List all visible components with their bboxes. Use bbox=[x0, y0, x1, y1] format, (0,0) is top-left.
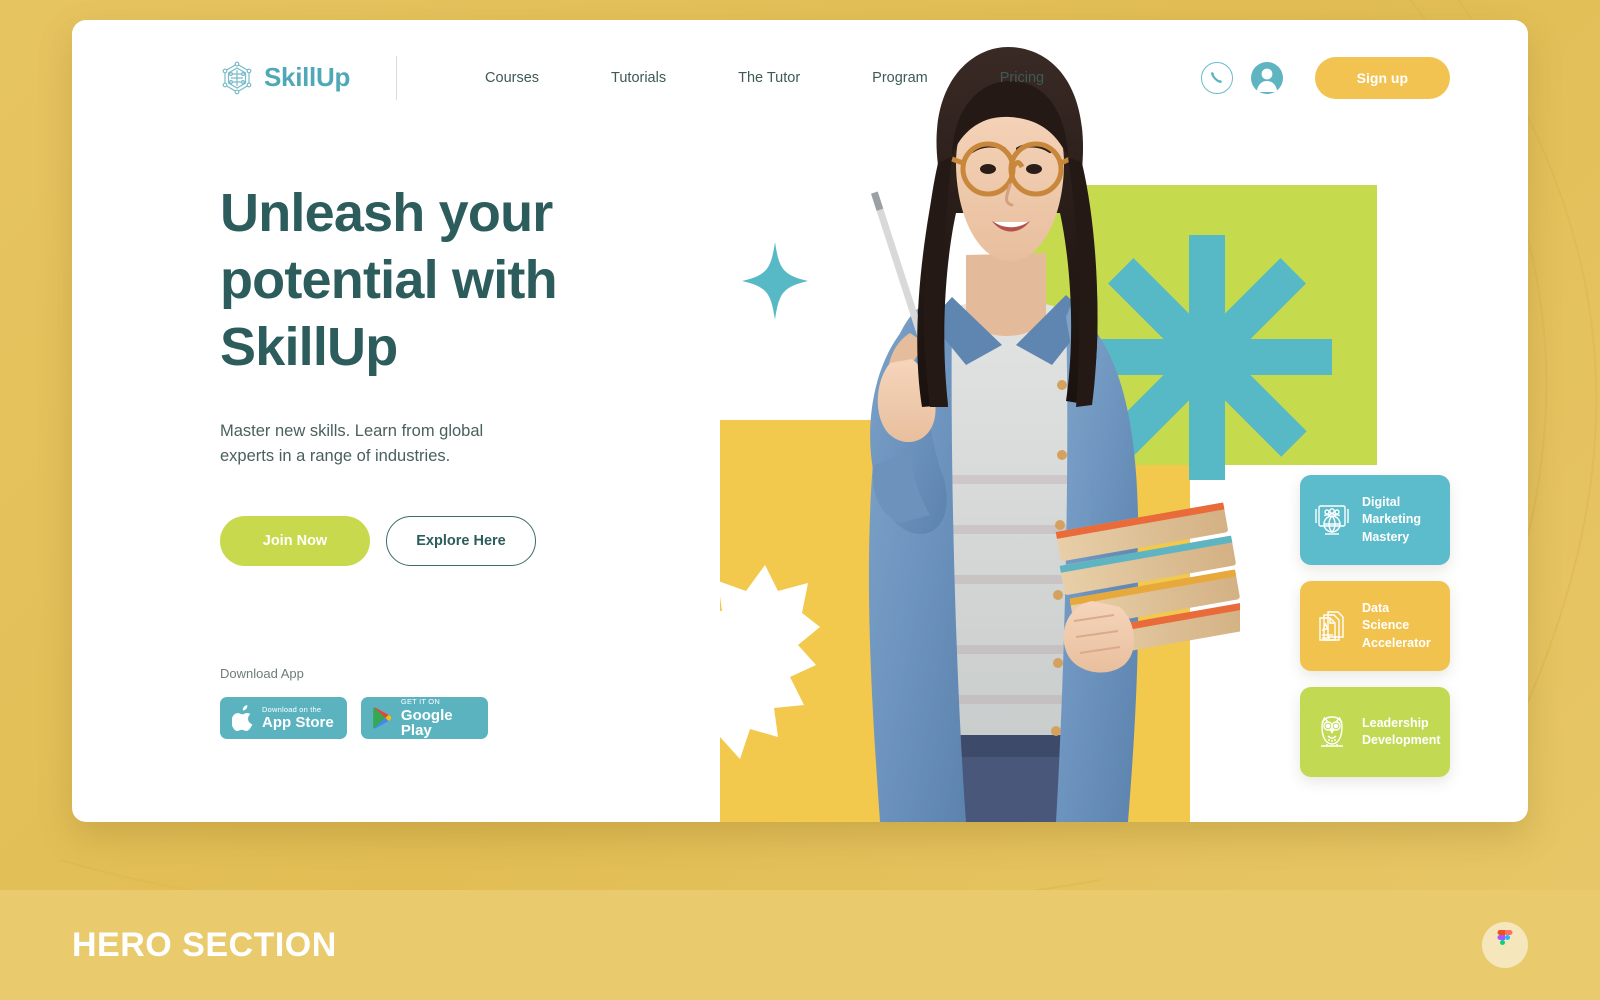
user-avatar-icon bbox=[1256, 68, 1278, 92]
store-badges: Download on the App Store GET IT ON Goog… bbox=[220, 696, 640, 739]
caption-title: HERO SECTION bbox=[72, 925, 337, 964]
course-card-title-leadership: Leadership Development bbox=[1362, 715, 1441, 747]
app-store-badge[interactable]: Download on the App Store bbox=[220, 696, 347, 739]
signup-button[interactable]: Sign up bbox=[1314, 56, 1450, 99]
hero-heading: Unleash your potential with SkillUp bbox=[220, 183, 558, 377]
network-node-hexagon-icon bbox=[222, 61, 252, 94]
brand-logo[interactable]: SkillUp bbox=[220, 61, 350, 95]
owl-icon bbox=[1321, 716, 1343, 747]
hero-subheading: Master new skills. Learn from global exp… bbox=[220, 421, 484, 466]
app-store-badge-large: App Store bbox=[262, 714, 334, 732]
download-app-label: Download App bbox=[220, 665, 304, 681]
google-play-badge-large: Google Play bbox=[400, 706, 453, 739]
explore-here-button[interactable]: Explore Here bbox=[386, 515, 536, 566]
google-play-badge[interactable]: GET IT ON Google Play bbox=[361, 696, 488, 739]
website-preview-card: SkillUp Courses Tutorials The Tutor Prog… bbox=[72, 20, 1528, 822]
caption-strip: HERO SECTION bbox=[0, 890, 1600, 1000]
course-card-title-data-science: Data Science Accelerator bbox=[1362, 601, 1431, 650]
hero-content: Unleash your potential with SkillUp Mast… bbox=[220, 180, 640, 739]
globe-people-screen-icon bbox=[1315, 505, 1349, 535]
student-photo bbox=[868, 47, 1240, 822]
google-play-badge-small: GET IT ON bbox=[400, 697, 440, 707]
header-divider bbox=[396, 55, 398, 100]
phone-icon bbox=[1211, 71, 1223, 83]
account-button[interactable] bbox=[1250, 61, 1283, 94]
join-now-button[interactable]: Join Now bbox=[220, 515, 370, 566]
course-card-title-digital-marketing: Digital Marketing Mastery bbox=[1362, 495, 1422, 544]
nav-item-pricing[interactable]: Pricing bbox=[964, 70, 1080, 86]
course-card-leadership[interactable]: Leadership Development bbox=[1300, 687, 1450, 777]
site-header: SkillUp Courses Tutorials The Tutor Prog… bbox=[72, 20, 1528, 135]
app-store-badge-small: Download on the bbox=[262, 704, 322, 714]
google-play-icon bbox=[373, 707, 392, 729]
nav-item-courses[interactable]: Courses bbox=[449, 70, 575, 86]
nav-item-program[interactable]: Program bbox=[836, 70, 964, 86]
figma-logo-icon bbox=[1497, 930, 1513, 945]
course-card-data-science[interactable]: Data Science Accelerator bbox=[1300, 581, 1450, 671]
figma-badge[interactable] bbox=[1482, 922, 1528, 968]
course-card-digital-marketing[interactable]: Digital Marketing Mastery bbox=[1300, 475, 1450, 565]
course-cards: Digital Marketing Mastery Data Science A… bbox=[1300, 475, 1450, 793]
stacked-documents-icon bbox=[1319, 611, 1344, 641]
nav-item-tutorials[interactable]: Tutorials bbox=[575, 70, 702, 86]
hero-cta-group: Join Now Explore Here bbox=[220, 515, 640, 566]
nav-item-the-tutor[interactable]: The Tutor bbox=[702, 70, 836, 86]
header-actions: Sign up bbox=[1200, 56, 1450, 99]
phone-button[interactable] bbox=[1200, 61, 1233, 94]
apple-logo-icon bbox=[232, 704, 253, 731]
main-nav: Courses Tutorials The Tutor Program Pric… bbox=[449, 70, 1080, 86]
brand-name: SkillUp bbox=[264, 62, 351, 92]
